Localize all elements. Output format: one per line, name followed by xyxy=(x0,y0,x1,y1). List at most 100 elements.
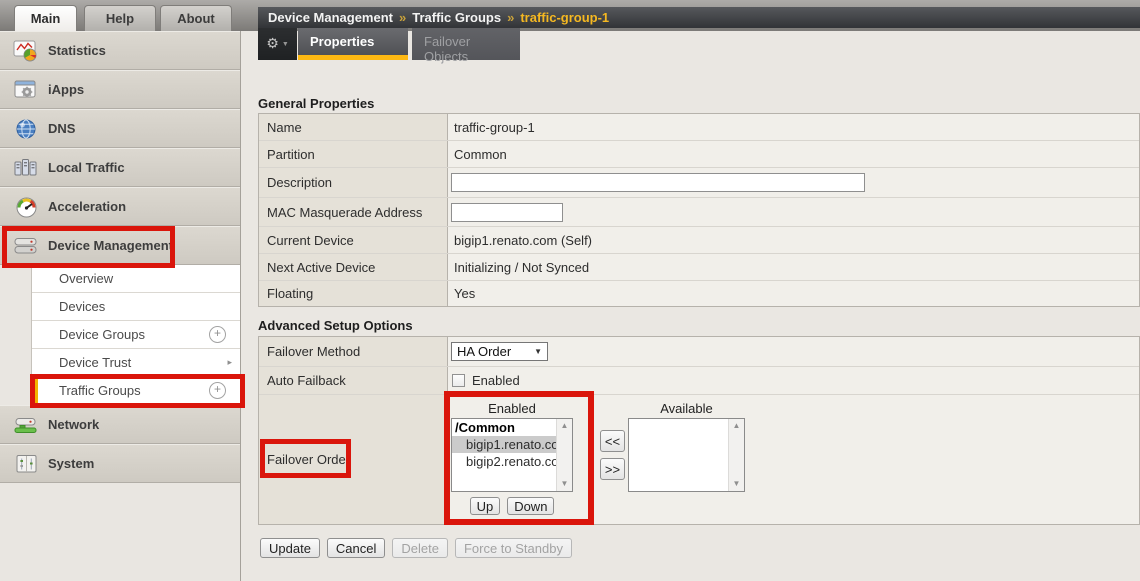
scroll-down-icon[interactable]: ▼ xyxy=(561,480,569,488)
available-list-title: Available xyxy=(628,401,745,416)
scroll-down-icon[interactable]: ▼ xyxy=(733,480,741,488)
description-label: Description xyxy=(259,168,448,197)
device-management-icon xyxy=(13,234,39,258)
table-row-auto-failback: Auto Failback Enabled xyxy=(259,367,1139,395)
sidebar-item-devices[interactable]: Devices xyxy=(32,293,240,321)
force-to-standby-button[interactable]: Force to Standby xyxy=(455,538,572,558)
current-device-value: bigip1.renato.com (Self) xyxy=(448,227,1139,253)
cancel-button[interactable]: Cancel xyxy=(327,538,385,558)
scroll-up-icon[interactable]: ▲ xyxy=(561,422,569,430)
table-row-description: Description xyxy=(259,168,1139,198)
table-row-failover-order: Failover Order Enabled /Common bigip1.re… xyxy=(259,395,1139,524)
mac-masquerade-input[interactable] xyxy=(451,203,563,222)
local-traffic-icon xyxy=(13,156,39,180)
iapps-icon xyxy=(13,78,39,102)
tab-properties[interactable]: Properties xyxy=(298,28,408,60)
tab-help[interactable]: Help xyxy=(84,5,156,31)
advanced-setup-title: Advanced Setup Options xyxy=(258,318,413,333)
add-icon[interactable]: + xyxy=(209,326,226,343)
general-properties-title: General Properties xyxy=(258,96,374,111)
device-management-submenu: Overview Devices Device Groups + Device … xyxy=(31,265,240,405)
submenu-expand-icon: ▸ xyxy=(227,357,232,368)
sidebar-item-label: iApps xyxy=(48,82,84,97)
breadcrumb-current: traffic-group-1 xyxy=(520,10,609,25)
breadcrumb: Device Management » Traffic Groups » tra… xyxy=(258,7,1140,28)
auto-failback-checkbox[interactable] xyxy=(452,374,465,387)
partition-label: Partition xyxy=(259,141,448,167)
enabled-listbox[interactable]: /Common bigip1.renato.com bigip2.renato.… xyxy=(451,418,573,492)
sidebar-item-traffic-groups[interactable]: Traffic Groups + xyxy=(32,377,240,405)
auto-failback-checkbox-label: Enabled xyxy=(472,373,520,388)
submenu-item-label: Device Trust xyxy=(59,355,131,370)
move-down-button[interactable]: Down xyxy=(507,497,554,515)
available-list-scrollbar[interactable]: ▲ ▼ xyxy=(728,419,744,491)
submenu-item-label: Devices xyxy=(59,299,105,314)
sidebar-item-label: Acceleration xyxy=(48,199,126,214)
floating-value: Yes xyxy=(448,281,1139,306)
breadcrumb-device-management[interactable]: Device Management xyxy=(268,10,393,25)
sidebar-item-system[interactable]: System xyxy=(0,444,240,483)
partition-value: Common xyxy=(448,141,1139,167)
sidebar-item-network[interactable]: Network xyxy=(0,405,240,444)
auto-failback-label: Auto Failback xyxy=(259,367,448,394)
table-row-current-device: Current Device bigip1.renato.com (Self) xyxy=(259,227,1139,254)
partition-group-label: /Common xyxy=(452,419,572,436)
add-icon[interactable]: + xyxy=(209,382,226,399)
move-to-available-button[interactable]: >> xyxy=(600,458,625,480)
network-icon xyxy=(13,413,39,437)
sidebar-item-device-groups[interactable]: Device Groups + xyxy=(32,321,240,349)
name-label: Name xyxy=(259,114,448,140)
move-up-button[interactable]: Up xyxy=(470,497,501,515)
dns-icon xyxy=(13,117,39,141)
enabled-list-scrollbar[interactable]: ▲ ▼ xyxy=(556,419,572,491)
move-to-enabled-button[interactable]: << xyxy=(600,430,625,452)
sidebar-item-label: Statistics xyxy=(48,43,106,58)
sidebar-item-overview[interactable]: Overview xyxy=(32,265,240,293)
sidebar-item-label: Network xyxy=(48,417,99,432)
table-row-floating: Floating Yes xyxy=(259,281,1139,306)
list-item-bigip2[interactable]: bigip2.renato.com xyxy=(452,453,572,470)
enabled-list-title: Enabled xyxy=(451,401,573,416)
list-item-bigip1[interactable]: bigip1.renato.com xyxy=(452,436,572,453)
floating-label: Floating xyxy=(259,281,448,306)
name-value: traffic-group-1 xyxy=(448,114,1139,140)
table-row-name: Name traffic-group-1 xyxy=(259,114,1139,141)
sidebar-item-statistics[interactable]: Statistics xyxy=(0,31,240,70)
sidebar-item-label: Local Traffic xyxy=(48,160,125,175)
available-listbox[interactable]: ▲ ▼ xyxy=(628,418,745,492)
update-button[interactable]: Update xyxy=(260,538,320,558)
content-tabbar: ⚙ ▼ Properties Failover Objects xyxy=(258,28,520,60)
table-row-mac-masquerade: MAC Masquerade Address xyxy=(259,198,1139,227)
sidebar-item-acceleration[interactable]: Acceleration xyxy=(0,187,240,226)
acceleration-icon xyxy=(13,195,39,219)
sidebar-item-label: Device Management xyxy=(48,238,173,253)
failover-order-label: Failover Order xyxy=(259,395,448,524)
mac-masquerade-label: MAC Masquerade Address xyxy=(259,198,448,226)
sidebar-item-device-trust[interactable]: Device Trust ▸ xyxy=(32,349,240,377)
statistics-icon xyxy=(13,39,39,63)
scroll-up-icon[interactable]: ▲ xyxy=(733,422,741,430)
sidebar-item-iapps[interactable]: iApps xyxy=(0,70,240,109)
sidebar: Statistics iApps xyxy=(0,31,241,581)
gear-icon: ⚙ xyxy=(266,37,279,51)
sidebar-item-dns[interactable]: DNS xyxy=(0,109,240,148)
sidebar-item-device-management[interactable]: Device Management xyxy=(0,226,240,265)
breadcrumb-separator: » xyxy=(399,10,406,25)
sidebar-item-local-traffic[interactable]: Local Traffic xyxy=(0,148,240,187)
sidebar-item-label: DNS xyxy=(48,121,75,136)
tab-failover-objects[interactable]: Failover Objects xyxy=(412,28,520,60)
system-icon xyxy=(13,452,39,476)
failover-method-select[interactable]: HA Order ▼ xyxy=(451,342,548,361)
delete-button[interactable]: Delete xyxy=(392,538,448,558)
table-row-failover-method: Failover Method HA Order ▼ xyxy=(259,337,1139,367)
screen: Main Help About Device Management » Traf… xyxy=(0,0,1140,581)
failover-method-label: Failover Method xyxy=(259,337,448,366)
description-input[interactable] xyxy=(451,173,865,192)
tab-about[interactable]: About xyxy=(160,5,232,31)
submenu-item-label: Traffic Groups xyxy=(59,383,141,398)
tab-main[interactable]: Main xyxy=(14,5,77,31)
next-active-device-label: Next Active Device xyxy=(259,254,448,280)
options-menu-button[interactable]: ⚙ ▼ xyxy=(258,28,297,60)
table-row-partition: Partition Common xyxy=(259,141,1139,168)
breadcrumb-traffic-groups[interactable]: Traffic Groups xyxy=(412,10,501,25)
